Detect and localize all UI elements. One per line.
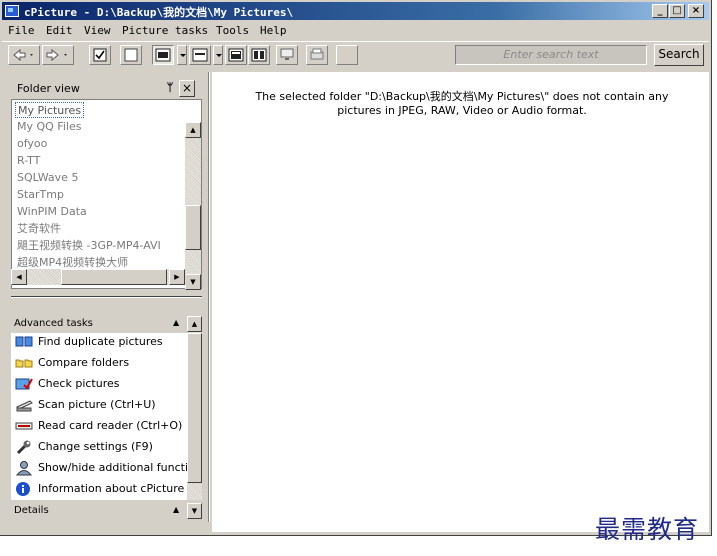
pane-splitter[interactable]: [11, 296, 202, 298]
details-scroll-down-button[interactable]: ▼: [187, 503, 202, 519]
folder-view-header: Folder view ᛘ ×: [9, 79, 203, 99]
print-button[interactable]: [306, 45, 328, 65]
folder-item[interactable]: My QQ Files: [15, 119, 83, 135]
details-title: Details: [14, 505, 49, 516]
task-information[interactable]: Information about cPicture (F1): [15, 479, 187, 499]
folders-icon: [15, 359, 33, 368]
details-header[interactable]: Details ▲ ▼: [9, 503, 203, 520]
back-icon: [13, 48, 33, 62]
folder-item[interactable]: 艾奇软件: [15, 221, 63, 237]
info-icon: [16, 482, 30, 496]
details-view-button[interactable]: [225, 45, 247, 65]
title-bar[interactable]: cPicture - D:\Backup\我的文档\My Pictures\ _…: [2, 2, 709, 20]
window-title: cPicture - D:\Backup\我的文档\My Pictures\: [24, 6, 294, 19]
blank-button[interactable]: [336, 45, 358, 65]
empty-folder-message: The selected folder "D:\Backup\我的文档\My P…: [255, 90, 669, 117]
menu-view[interactable]: View: [84, 24, 111, 37]
chevron-down-icon: [180, 54, 186, 57]
duplicate-icon: [15, 336, 33, 347]
print-icon: [310, 48, 324, 60]
folder-tree[interactable]: My Pictures My QQ Files ofyoo R-TT SQLWa…: [11, 99, 202, 290]
list-dropdown[interactable]: [213, 45, 223, 65]
scroll-thumb[interactable]: [185, 205, 201, 250]
search-button[interactable]: Search: [654, 44, 704, 66]
task-show-hide-functions[interactable]: Show/hide additional functions: [15, 458, 187, 478]
horizontal-scroll-thumb[interactable]: [61, 269, 167, 285]
folder-view-close-button[interactable]: ×: [179, 80, 195, 97]
scroll-up-button[interactable]: ▲: [185, 122, 201, 138]
maximize-button[interactable]: □: [669, 4, 685, 18]
minimize-button[interactable]: _: [652, 4, 668, 18]
advanced-tasks-list: Find duplicate pictures Compare folders …: [11, 316, 202, 500]
details-view-icon: [228, 48, 244, 62]
user-icon: [15, 461, 33, 476]
panel-splitter[interactable]: [208, 72, 210, 522]
menu-bar: File Edit View Picture tasks Tools Help: [2, 21, 709, 40]
collapse-up-icon[interactable]: ▲: [173, 318, 179, 327]
menu-help[interactable]: Help: [260, 24, 287, 37]
pin-icon[interactable]: ᛘ: [163, 81, 177, 97]
tasks-scroll-up-button[interactable]: ▲: [187, 316, 202, 332]
chevron-down-icon: [216, 54, 222, 57]
task-scan-picture[interactable]: Scan picture (Ctrl+U): [15, 395, 187, 415]
advanced-tasks-title: Advanced tasks: [14, 318, 93, 329]
app-icon: [5, 5, 19, 17]
folder-item[interactable]: SQLWave 5: [15, 170, 80, 186]
wrench-icon: [16, 440, 31, 455]
menu-edit[interactable]: Edit: [46, 24, 73, 37]
close-button[interactable]: ×: [688, 4, 704, 18]
scroll-down-button[interactable]: ▼: [185, 274, 201, 290]
checkbox-icon: [93, 48, 107, 62]
toolbar: Enter search text Search: [2, 41, 709, 67]
folder-item[interactable]: StarTmp: [15, 187, 66, 203]
search-input[interactable]: Enter search text: [455, 45, 647, 65]
list-view-icon: [192, 48, 208, 62]
folder-view-title: Folder view: [17, 82, 80, 95]
forward-icon: [46, 48, 67, 62]
expand-up-icon[interactable]: ▲: [173, 505, 179, 514]
task-find-duplicates[interactable]: Find duplicate pictures: [15, 332, 187, 352]
menu-picture-tasks[interactable]: Picture tasks: [122, 24, 208, 37]
scanner-icon: [16, 400, 33, 412]
menu-tools[interactable]: Tools: [216, 24, 249, 37]
task-change-settings[interactable]: Change settings (F9): [15, 437, 187, 457]
folder-item[interactable]: WinPIM Data: [15, 204, 89, 220]
folder-item[interactable]: 飓王视频转换 -3GP-MP4-AVI: [15, 238, 163, 254]
folder-item[interactable]: ofyoo: [15, 136, 49, 152]
thumbnail-view-icon: [155, 48, 171, 62]
checkbox-button[interactable]: [89, 45, 111, 65]
application-window: cPicture - D:\Backup\我的文档\My Pictures\ _…: [0, 0, 712, 536]
slideshow-icon: [280, 48, 294, 60]
filmstrip-view-button[interactable]: [248, 45, 270, 65]
thumbnail-view-button[interactable]: [152, 45, 174, 65]
forward-button[interactable]: [42, 45, 74, 65]
advanced-tasks-header[interactable]: Advanced tasks ▲: [9, 316, 203, 333]
slideshow-button[interactable]: [276, 45, 298, 65]
card-reader-icon: [15, 422, 33, 430]
list-view-button[interactable]: [189, 45, 211, 65]
picture-view-area[interactable]: The selected folder "D:\Backup\我的文档\My P…: [212, 72, 709, 532]
view-dropdown[interactable]: [177, 45, 187, 65]
blank-view-button[interactable]: [120, 45, 142, 65]
left-panel: Folder view ᛘ × My Pictures My QQ Files …: [9, 77, 203, 522]
menu-file[interactable]: File: [8, 24, 35, 37]
task-check-pictures[interactable]: Check pictures: [15, 374, 187, 394]
back-button[interactable]: [8, 45, 40, 65]
task-read-card-reader[interactable]: Read card reader (Ctrl+O): [15, 416, 187, 436]
scroll-right-button[interactable]: ▶: [169, 269, 185, 285]
blank-view-icon: [124, 48, 138, 62]
folder-item[interactable]: My Pictures: [15, 102, 85, 118]
task-compare-folders[interactable]: Compare folders: [15, 353, 187, 373]
watermark-logo: 最需教育: [595, 515, 700, 544]
folder-item[interactable]: R-TT: [15, 153, 42, 169]
tasks-scroll-thumb[interactable]: [187, 333, 202, 483]
check-pictures-icon: [15, 378, 33, 390]
filmstrip-view-icon: [251, 48, 267, 62]
scroll-left-button[interactable]: ◀: [11, 269, 27, 285]
